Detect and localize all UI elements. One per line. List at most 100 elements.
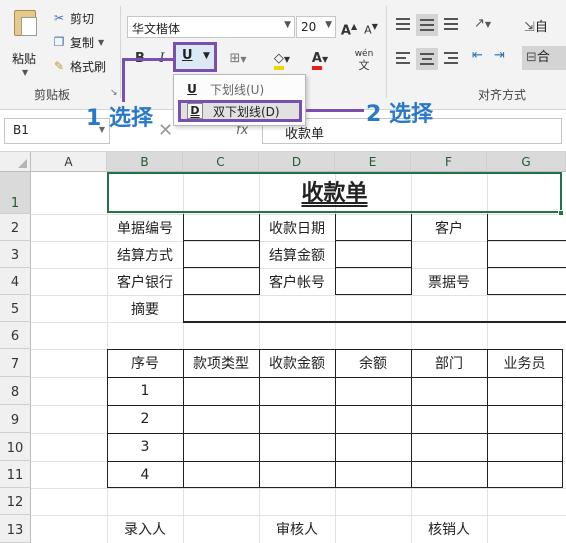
underline-button[interactable]: U ▼ (173, 42, 217, 72)
row-header-11[interactable]: 11 (0, 461, 31, 488)
underline-icon: U (182, 48, 193, 63)
row-header-7[interactable]: 7 (0, 349, 31, 377)
phonetic-button[interactable]: wén 文 (348, 48, 380, 72)
shrink-font-button[interactable]: A▼ (362, 16, 380, 38)
dialog-launcher-icon[interactable]: ↘ (110, 88, 118, 98)
table-row-number[interactable]: 3 (107, 433, 183, 461)
grow-font-button[interactable]: A▲ (340, 16, 358, 38)
menu-item-double-underline[interactable]: D 双下划线(D) (178, 100, 302, 122)
table-header-cell[interactable]: 部门 (411, 349, 487, 377)
table-header-cell[interactable]: 款项类型 (183, 349, 259, 377)
row-header-10[interactable]: 10 (0, 433, 31, 461)
group-divider (120, 6, 121, 98)
callout-connector (122, 58, 174, 61)
format-painter-button[interactable]: ✎ 格式刷 (52, 56, 106, 76)
orientation-button[interactable]: ↗▼ (474, 16, 502, 34)
row-header-8[interactable]: 8 (0, 377, 31, 405)
column-header-g[interactable]: G (487, 152, 566, 172)
column-header-f[interactable]: F (411, 152, 487, 172)
table-row-number[interactable]: 4 (107, 461, 183, 488)
copy-button[interactable]: ❐ 复制 ▼ (52, 32, 105, 52)
fill-color-button[interactable]: ◇▼ (266, 48, 298, 70)
scissors-icon: ✂ (53, 11, 65, 25)
column-header-c[interactable]: C (183, 152, 259, 172)
row-header-12[interactable]: 12 (0, 488, 31, 515)
label-cell[interactable]: 单据编号 (107, 214, 183, 241)
table-header-cell[interactable]: 收款金额 (259, 349, 335, 377)
label-cell[interactable]: 票据号 (411, 268, 487, 295)
row-header-5[interactable]: 5 (0, 295, 31, 322)
table-header-cell[interactable]: 序号 (107, 349, 183, 377)
format-painter-label: 格式刷 (70, 59, 107, 74)
callout-step-1: 1 选择 (86, 106, 153, 131)
underline-icon: U (187, 82, 197, 96)
label-cell[interactable]: 收款日期 (259, 214, 335, 241)
table-row-number[interactable]: 2 (107, 405, 183, 433)
label-cell[interactable]: 结算金额 (259, 241, 335, 268)
copy-icon: ❐ (53, 35, 65, 49)
table-row-number[interactable]: 1 (107, 377, 183, 405)
cell-border (562, 349, 563, 488)
align-bottom-button[interactable] (442, 16, 460, 32)
chevron-down-icon[interactable]: ▼ (203, 51, 210, 61)
label-cell[interactable]: 结算方式 (107, 241, 183, 268)
label-cell[interactable]: 客户银行 (107, 268, 183, 295)
menu-item-label: 双下划线(D) (213, 104, 280, 119)
font-name-value: 华文楷体 (132, 22, 181, 36)
table-header-cell[interactable]: 业务员 (487, 349, 562, 377)
name-box-value: B1 (13, 123, 29, 137)
menu-item-single-underline[interactable]: U 下划线(U) (178, 78, 302, 100)
merge-center-button[interactable]: ⊟合 (522, 46, 566, 70)
row-header-2[interactable]: 2 (0, 214, 31, 241)
title-cell[interactable]: 收款单 (107, 172, 562, 213)
column-header-a[interactable]: A (31, 152, 107, 172)
cut-button[interactable]: ✂ 剪切 (52, 8, 94, 28)
wrap-text-label: 自 (534, 20, 548, 35)
border-button[interactable]: ⊞▼ (224, 48, 252, 70)
column-header-d[interactable]: D (259, 152, 335, 172)
align-top-button[interactable] (394, 16, 412, 32)
row-header-13[interactable]: 13 (0, 515, 31, 543)
font-size-select[interactable]: 20 ▼ (296, 16, 336, 38)
paste-button[interactable]: 粘贴 ▼ (6, 6, 42, 77)
paste-label: 粘贴 (12, 52, 37, 66)
label-cell[interactable]: 客户帐号 (259, 268, 335, 295)
footer-label[interactable]: 审核人 (259, 515, 335, 543)
chevron-down-icon[interactable]: ▼ (98, 38, 104, 47)
row-header-1[interactable]: 1 (0, 172, 31, 214)
align-center-button[interactable] (416, 48, 438, 70)
increase-indent-button[interactable]: ⇥ (494, 48, 514, 68)
align-middle-button[interactable] (416, 14, 438, 36)
label-cell[interactable]: 摘要 (107, 295, 183, 322)
footer-label[interactable]: 录入人 (107, 515, 183, 543)
align-left-button[interactable] (394, 50, 412, 66)
row-header-3[interactable]: 3 (0, 241, 31, 268)
chevron-down-icon: ▼ (325, 20, 332, 30)
shrink-font-icon: A (364, 23, 372, 37)
row-header-6[interactable]: 6 (0, 322, 31, 349)
column-header-b[interactable]: B (107, 152, 183, 172)
footer-label[interactable]: 核销人 (411, 515, 487, 543)
underline-dropdown-menu: U 下划线(U) D 双下划线(D) (173, 74, 306, 126)
wrap-text-button[interactable]: ⇲自 (524, 16, 564, 35)
select-all-corner[interactable] (0, 152, 31, 172)
cancel-icon[interactable]: ✕ (158, 120, 173, 141)
align-right-button[interactable] (442, 50, 460, 66)
merge-label: 合 (536, 50, 550, 65)
cell-border (487, 267, 566, 268)
column-header-e[interactable]: E (335, 152, 411, 172)
menu-item-label: 下划线(U) (210, 82, 265, 97)
row-header-4[interactable]: 4 (0, 268, 31, 295)
phonetic-icon: wén (354, 49, 374, 59)
table-header-cell[interactable]: 余额 (335, 349, 411, 377)
copy-label: 复制 (70, 35, 95, 50)
decrease-indent-button[interactable]: ⇤ (472, 48, 492, 68)
row-header-9[interactable]: 9 (0, 405, 31, 433)
grow-font-icon: A (340, 23, 351, 39)
cell-border (183, 214, 184, 295)
label-cell[interactable]: 客户 (411, 214, 487, 241)
chevron-down-icon[interactable]: ▼ (22, 68, 28, 77)
font-color-button[interactable]: A▼ (304, 48, 336, 70)
font-name-select[interactable]: 华文楷体 ▼ (127, 16, 295, 38)
fill-handle[interactable] (558, 210, 564, 216)
